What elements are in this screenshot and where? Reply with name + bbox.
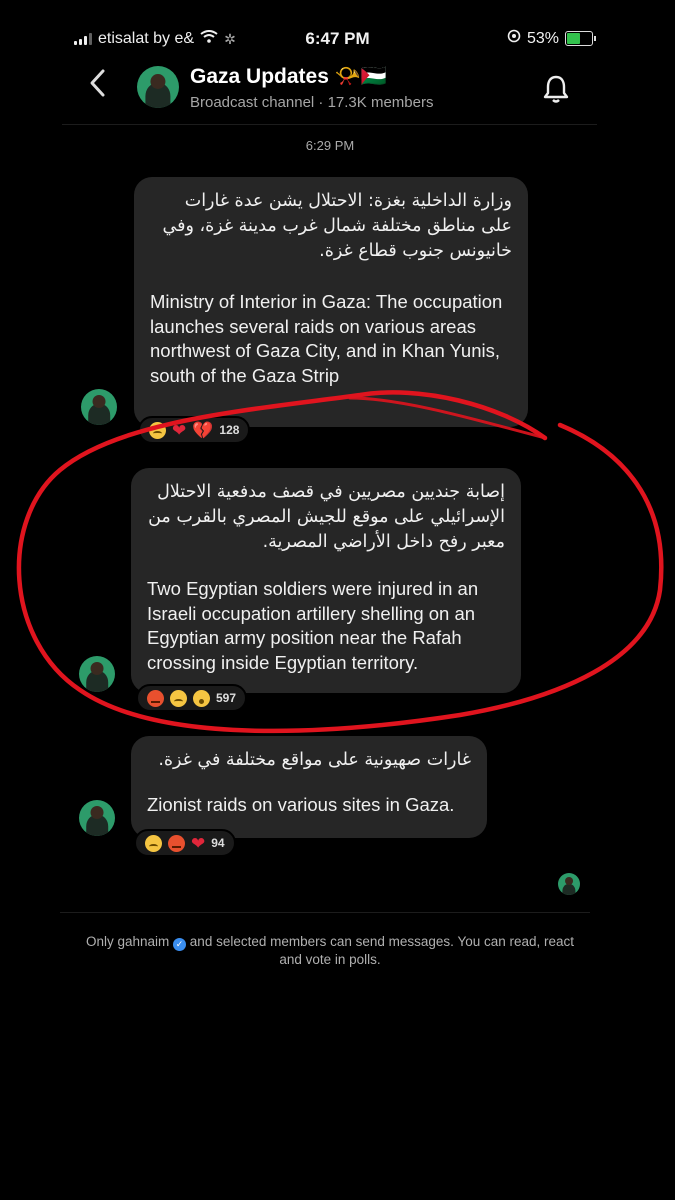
battery-info: 53% — [507, 29, 596, 48]
angry-face-icon — [147, 689, 164, 707]
bell-icon[interactable] — [542, 74, 570, 104]
message-bubble[interactable]: غارات صهيونية على مواقع مختلفة في غزة. Z… — [131, 736, 487, 838]
sad-face-icon — [145, 834, 162, 852]
message-english-text: Ministry of Interior in Gaza: The occupa… — [150, 291, 503, 386]
sender-avatar[interactable] — [79, 800, 115, 836]
reaction-count: 597 — [216, 691, 237, 705]
sad-face-icon — [170, 689, 187, 707]
broadcast-footer-note: Only gahnaim ✓ and selected members can … — [80, 933, 580, 969]
message-arabic-text: إصابة جنديين مصريين في قصف مدفعية الاحتل… — [148, 482, 505, 552]
footer-note-text: and selected members can send messages. … — [189, 934, 575, 967]
message-arabic-text: وزارة الداخلية بغزة: الاحتلال يشن عدة غا… — [162, 191, 512, 261]
footer-divider — [60, 912, 590, 913]
reaction-bar[interactable]: ❤ 💔 128 — [138, 416, 251, 444]
header-divider — [62, 124, 597, 125]
message-bubble[interactable]: إصابة جنديين مصريين في قصف مدفعية الاحتل… — [131, 468, 521, 693]
sender-avatar[interactable] — [79, 656, 115, 692]
angry-face-icon — [168, 834, 185, 852]
battery-percent: 53% — [526, 29, 559, 47]
battery-icon — [565, 31, 596, 46]
message-english-text: Two Egyptian soldiers were injured in an… — [147, 578, 479, 673]
reaction-bar[interactable]: ❤ 94 — [134, 829, 236, 857]
sender-avatar[interactable] — [81, 389, 117, 425]
heart-icon: ❤ — [172, 420, 187, 440]
back-chevron-icon[interactable] — [88, 68, 106, 104]
reaction-count: 94 — [211, 836, 225, 850]
message-english-text: Zionist raids on various sites in Gaza. — [147, 794, 455, 815]
message-bubble[interactable]: وزارة الداخلية بغزة: الاحتلال يشن عدة غا… — [134, 177, 528, 427]
verified-badge-icon: ✓ — [173, 938, 187, 951]
reaction-count: 128 — [219, 423, 240, 437]
broken-heart-icon: 💔 — [192, 420, 214, 440]
orientation-lock-icon — [507, 29, 521, 48]
footer-username[interactable]: Only gahnaim — [86, 934, 169, 949]
surprised-face-icon — [193, 689, 210, 707]
channel-avatar[interactable] — [137, 66, 179, 108]
heart-icon: ❤ — [191, 833, 206, 853]
channel-subtitle: Broadcast channel · 17.3K members — [190, 94, 434, 111]
sad-face-icon — [149, 421, 166, 439]
message-timestamp: 6:29 PM — [305, 138, 355, 153]
channel-title[interactable]: Gaza Updates 📯🇵🇸 — [190, 65, 387, 89]
reaction-bar[interactable]: 597 — [136, 684, 248, 712]
seen-by-avatar — [558, 873, 580, 895]
channel-header: Gaza Updates 📯🇵🇸 Broadcast channel · 17.… — [0, 60, 675, 124]
message-arabic-text: غارات صهيونية على مواقع مختلفة في غزة. — [158, 750, 471, 770]
